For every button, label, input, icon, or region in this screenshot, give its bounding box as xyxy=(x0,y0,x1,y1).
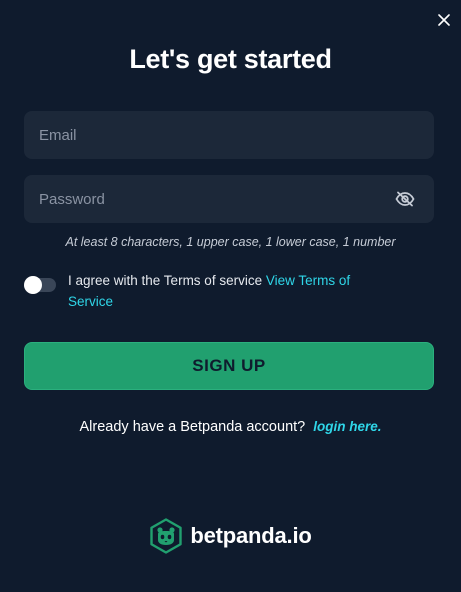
terms-agreement: I agree with the Terms of service View T… xyxy=(24,270,434,312)
eye-off-icon xyxy=(395,191,415,207)
brand-logo-row: betpanda.io xyxy=(0,518,461,554)
email-input[interactable] xyxy=(39,126,419,144)
password-field-container xyxy=(24,175,434,223)
close-button[interactable] xyxy=(435,11,453,29)
signup-modal: Let's get started At least 8 characters,… xyxy=(0,0,461,592)
brand-name: betpanda.io xyxy=(190,523,312,548)
login-prompt-text: Already have a Betpanda account? xyxy=(79,419,306,435)
terms-toggle[interactable] xyxy=(24,276,56,294)
password-input[interactable] xyxy=(39,190,393,208)
terms-label: I agree with the Terms of service View T… xyxy=(68,270,388,312)
email-field-container xyxy=(24,111,434,159)
close-icon xyxy=(438,14,450,26)
toggle-password-visibility-button[interactable] xyxy=(393,187,417,211)
panda-logo-icon xyxy=(150,518,183,554)
login-prompt-row: Already have a Betpanda account? login he… xyxy=(0,419,461,435)
password-requirements-hint: At least 8 characters, 1 upper case, 1 l… xyxy=(65,235,396,249)
modal-title: Let's get started xyxy=(129,44,332,74)
sign-up-button[interactable]: SIGN UP xyxy=(24,342,434,390)
toggle-knob xyxy=(24,276,42,294)
login-link[interactable]: login here. xyxy=(313,419,381,434)
terms-text: I agree with the Terms of service xyxy=(68,273,266,288)
